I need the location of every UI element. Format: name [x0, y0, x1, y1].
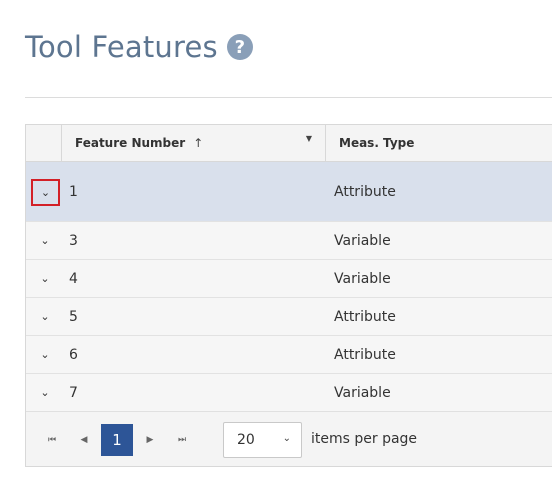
next-page-icon[interactable]: ▶ [136, 426, 164, 454]
table-row[interactable]: ⌄ 6 Attribute [26, 336, 552, 374]
page-header: Tool Features ? [25, 30, 253, 64]
page-title: Tool Features [25, 30, 218, 64]
table-row[interactable]: ⌄ 5 Attribute [26, 298, 552, 336]
sort-ascending-icon[interactable]: ↑ [193, 136, 203, 150]
feature-number-cell: 4 [69, 270, 78, 287]
expand-row-icon[interactable]: ⌄ [32, 228, 58, 254]
column-header-feature-number-label: Feature Number [75, 136, 186, 150]
last-page-icon[interactable]: ⏭ [168, 426, 196, 454]
feature-number-cell: 3 [69, 232, 78, 249]
page-size-value: 20 [237, 432, 255, 448]
page-button-current[interactable]: 1 [101, 424, 133, 456]
pager: ⏮ ◀ 1 ▶ ⏭ 20 ⌄ items per page [26, 411, 552, 466]
meas-type-cell: Attribute [334, 346, 396, 363]
header-divider [25, 97, 552, 98]
page-size-select[interactable]: 20 ⌄ [223, 422, 302, 458]
previous-page-icon[interactable]: ◀ [70, 426, 98, 454]
meas-type-cell: Variable [334, 270, 391, 287]
meas-type-cell: Attribute [334, 308, 396, 325]
meas-type-cell: Variable [334, 232, 391, 249]
column-filter-icon[interactable]: ▼ [306, 134, 312, 143]
meas-type-cell: Variable [334, 384, 391, 401]
table-row[interactable]: ⌄ 4 Variable [26, 260, 552, 298]
expand-row-icon[interactable]: ⌄ [31, 179, 60, 206]
expand-row-icon[interactable]: ⌄ [32, 304, 58, 330]
column-header-feature-number[interactable]: Feature Number ↑ ▼ [62, 125, 326, 161]
feature-number-cell: 6 [69, 346, 78, 363]
table-row[interactable]: ⌄ 7 Variable [26, 374, 552, 412]
expand-column-header [26, 125, 62, 161]
expand-row-icon[interactable]: ⌄ [32, 342, 58, 368]
feature-number-cell: 7 [69, 384, 78, 401]
feature-number-cell: 1 [69, 183, 78, 200]
column-header-meas-type[interactable]: Meas. Type [326, 125, 552, 161]
items-per-page-label: items per page [311, 431, 418, 447]
help-icon[interactable]: ? [226, 34, 253, 60]
grid-header: Feature Number ↑ ▼ Meas. Type [26, 125, 552, 162]
column-header-meas-type-label: Meas. Type [339, 136, 415, 150]
features-grid: Feature Number ↑ ▼ Meas. Type ⌄ 1 Attrib… [25, 124, 552, 467]
table-row[interactable]: ⌄ 1 Attribute [26, 162, 552, 222]
meas-type-cell: Attribute [334, 183, 396, 200]
table-row[interactable]: ⌄ 3 Variable [26, 222, 552, 260]
expand-row-icon[interactable]: ⌄ [32, 380, 58, 406]
feature-number-cell: 5 [69, 308, 78, 325]
expand-row-icon[interactable]: ⌄ [32, 266, 58, 292]
chevron-down-icon[interactable]: ⌄ [283, 433, 291, 444]
first-page-icon[interactable]: ⏮ [38, 426, 66, 454]
